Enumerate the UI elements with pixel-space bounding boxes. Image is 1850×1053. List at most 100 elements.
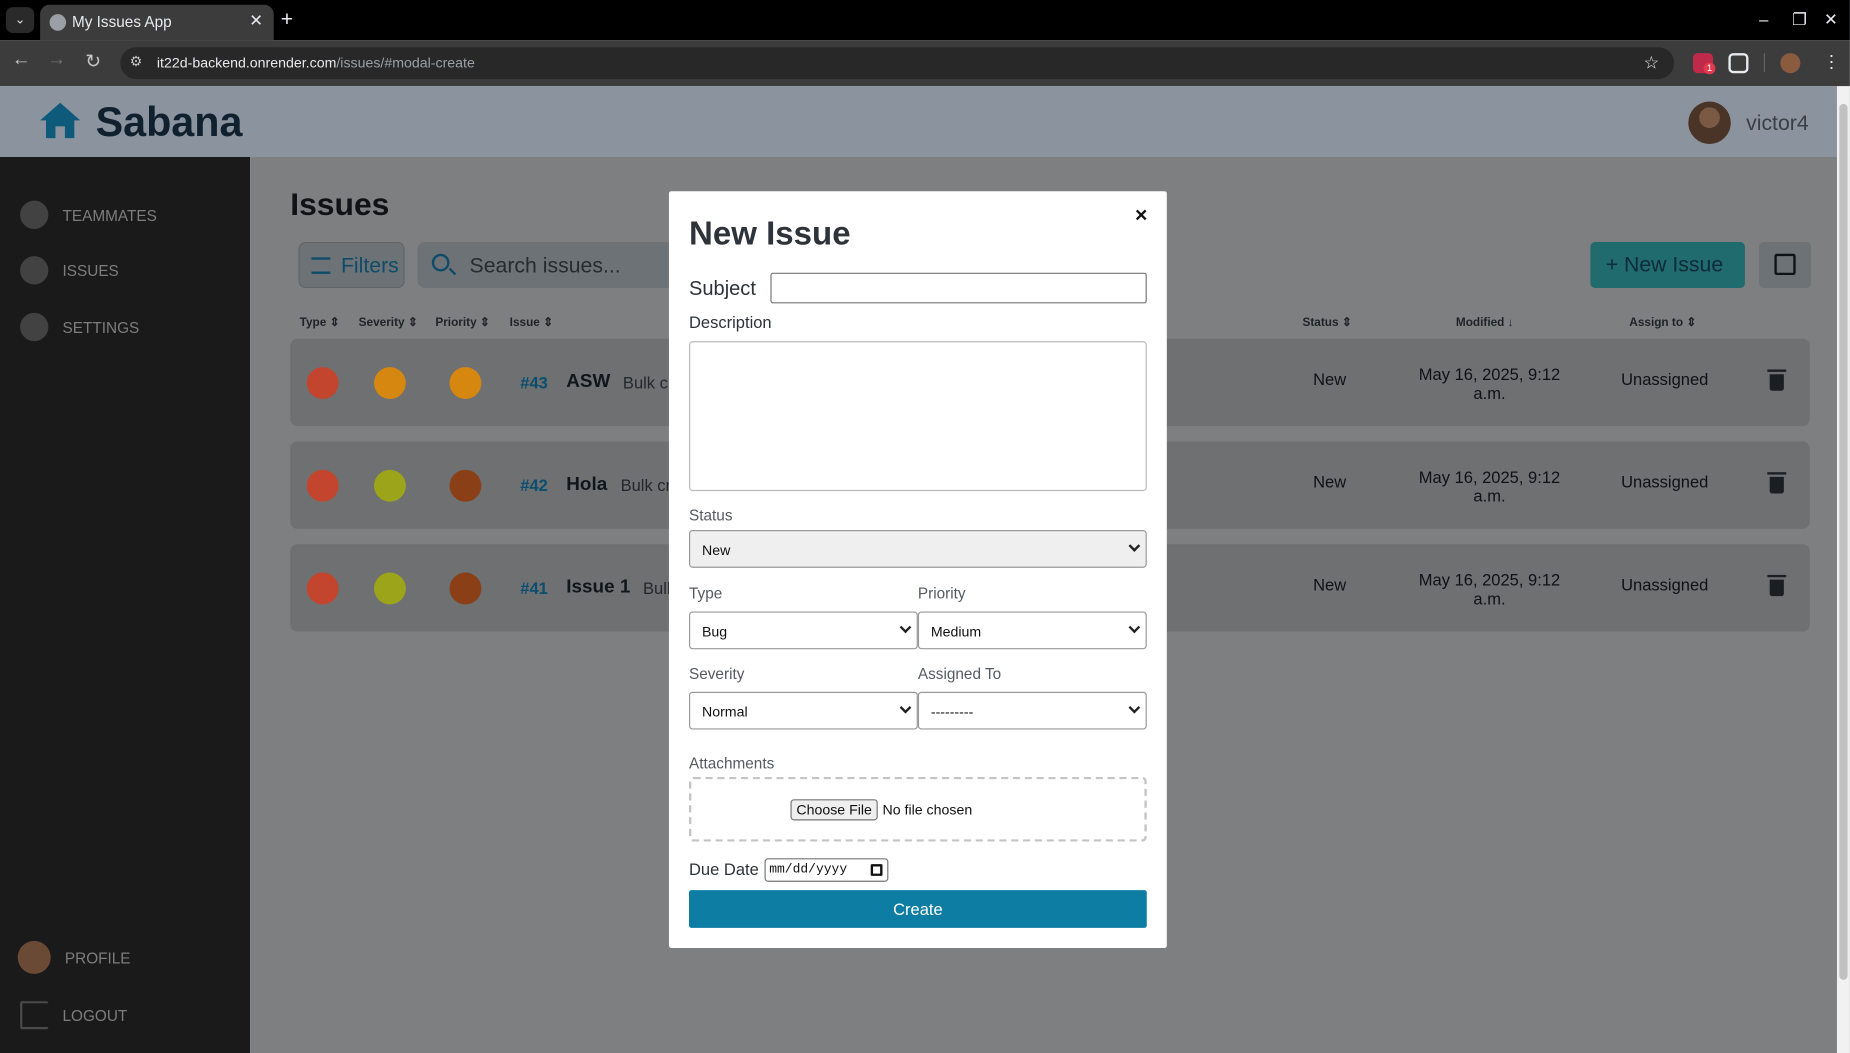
type-indicator [306,572,339,605]
filters-button[interactable]: Filters [298,242,405,289]
address-bar[interactable]: ⚙ it22d-backend.onrender.com/issues/#mod… [120,47,1675,80]
back-icon[interactable]: ← [9,50,33,71]
issue-assignee: Unassigned [1621,369,1709,389]
sidebar-item-settings[interactable]: SETTINGS [20,312,139,342]
issue-modified: May 16, 2025, 9:12 a.m. [1418,467,1561,506]
issue-number[interactable]: #43 [520,373,548,392]
user-avatar[interactable] [1688,101,1731,145]
assigned-to-label: Assigned To [917,664,1002,683]
description-textarea[interactable] [689,341,1147,492]
modal-close-icon[interactable]: × [1135,203,1147,228]
globe-icon [49,14,67,31]
search-input[interactable]: Search issues... [417,242,671,289]
tab-list-button[interactable]: ⌄ [5,7,35,34]
priority-indicator [449,469,482,502]
issue-status: New [1313,369,1347,389]
calendar-icon[interactable] [870,864,883,876]
type-indicator [306,367,339,400]
search-icon [431,253,450,272]
restore-icon[interactable]: ❐ [1792,9,1807,29]
issue-number[interactable]: #42 [520,476,548,495]
issue-status: New [1313,574,1347,594]
app-header [0,86,1850,158]
due-date-value: mm/dd/yyyy [769,862,848,878]
type-select[interactable]: Bug [689,611,918,650]
teammates-icon [20,200,49,230]
reload-icon[interactable]: ↻ [81,50,105,74]
issue-number[interactable]: #41 [520,578,548,597]
column-header-modified[interactable]: Modified ↓ [1456,316,1514,329]
note-add-icon [1774,253,1796,276]
priority-indicator [449,572,482,605]
issue-status: New [1313,472,1347,492]
home-icon[interactable] [39,102,81,146]
app-root: ⌄ My Issues App ✕ + – ❐ ✕ ← → ↻ ⚙ it22d-… [0,0,1850,1053]
gear-icon [20,312,49,342]
trash-icon[interactable] [1767,574,1787,597]
severity-indicator [373,469,406,502]
trash-icon[interactable] [1767,472,1787,494]
new-tab-button[interactable]: + [281,7,293,32]
window-close-icon[interactable]: ✕ [1824,9,1838,29]
choose-file-button[interactable]: Choose File [790,799,878,821]
column-header-priority[interactable]: Priority ⇕ [435,316,489,329]
chevron-down-icon [1128,621,1141,634]
trash-icon[interactable] [1767,369,1787,391]
severity-indicator [373,367,406,400]
page-title: Issues [290,186,390,222]
due-date-input[interactable]: mm/dd/yyyy [764,858,889,882]
issue-description: Bull [642,578,669,598]
severity-indicator [373,572,406,605]
forward-icon[interactable]: → [45,50,69,71]
sidebar [0,157,251,1053]
due-date-label: Due Date [689,859,759,879]
issue-description: Bulk c [622,373,668,392]
tab-close-icon[interactable]: ✕ [249,11,263,31]
sidebar-item-profile[interactable]: PROFILE [17,940,131,974]
minimize-icon[interactable]: – [1759,9,1768,28]
sidebar-item-label: PROFILE [64,948,131,967]
site-info-icon[interactable]: ⚙ [130,53,143,70]
bookmark-star-icon[interactable]: ☆ [1643,52,1659,73]
sidebar-item-logout[interactable]: LOGOUT [20,1001,127,1030]
plus-icon: + [1605,252,1625,277]
column-header-type[interactable]: Type ⇕ [300,316,340,329]
browser-profile-avatar[interactable] [1780,53,1801,74]
issue-modified: May 16, 2025, 9:12 a.m. [1418,364,1561,403]
subject-input[interactable] [770,272,1147,304]
new-issue-button[interactable]: + New Issue [1590,242,1745,289]
no-file-text: No file chosen [882,801,973,819]
browser-tab[interactable]: My Issues App ✕ [40,4,274,41]
bulk-create-button[interactable] [1759,242,1811,289]
extension-icon[interactable]: 1 [1693,53,1716,75]
sidebar-item-teammates[interactable]: TEAMMATES [20,200,157,230]
chevron-down-icon [1128,701,1141,714]
profile-avatar [17,940,51,974]
issue-subject[interactable]: ASW [566,372,610,393]
tab-title: My Issues App [71,12,172,31]
assigned-value: --------- [930,703,974,721]
url-text: it22d-backend.onrender.com/issues/#modal… [156,54,475,71]
scrollbar-thumb[interactable] [1839,103,1848,980]
column-header-assign-to[interactable]: Assign to ⇕ [1629,316,1696,329]
create-button[interactable]: Create [689,890,1147,928]
issue-assignee: Unassigned [1621,472,1709,492]
sidebar-item-label: ISSUES [62,261,119,280]
severity-select[interactable]: Normal [689,691,918,730]
header-username[interactable]: victor4 [1746,111,1809,136]
issue-subject[interactable]: Issue 1 [566,577,630,598]
assigned-to-select[interactable]: --------- [917,691,1147,730]
description-label: Description [689,312,772,332]
column-header-severity[interactable]: Severity ⇕ [359,316,418,329]
bug-icon [20,256,49,285]
brand-title[interactable]: Sabana [96,99,243,146]
column-header-issue[interactable]: Issue ⇕ [510,316,553,329]
issue-subject[interactable]: Hola [566,475,607,496]
priority-select[interactable]: Medium [917,611,1147,650]
status-value: New [701,541,731,559]
column-header-status[interactable]: Status ⇕ [1302,316,1351,329]
extensions-puzzle-icon[interactable] [1728,53,1749,74]
kebab-menu-icon[interactable]: ⋮ [1823,51,1841,72]
status-select[interactable]: New [689,530,1147,568]
sidebar-item-issues[interactable]: ISSUES [20,256,119,285]
